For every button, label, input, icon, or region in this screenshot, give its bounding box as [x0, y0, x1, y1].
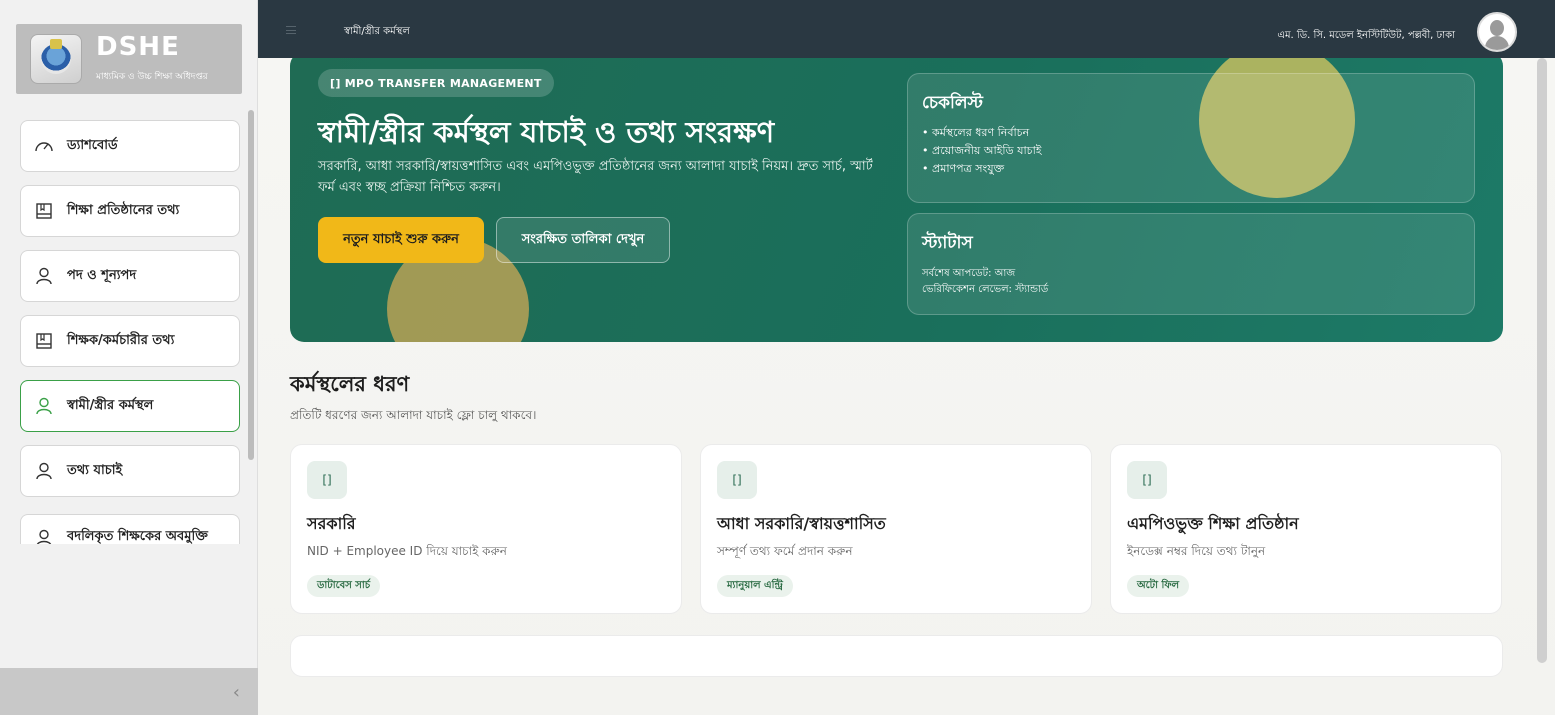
- sidebar-item-posts-vacancies[interactable]: পদ ও শূন্যপদ: [20, 250, 240, 302]
- hero-badge: [] MPO TRANSFER MANAGEMENT: [318, 69, 554, 97]
- hero-banner: [] MPO TRANSFER MANAGEMENT স্বামী/স্ত্রী…: [290, 58, 1503, 342]
- card-description: ইনডেক্স নম্বর দিয়ে তথ্য টানুন: [1127, 544, 1266, 558]
- book-icon: [33, 200, 55, 222]
- hero-title: স্বামী/স্ত্রীর কর্মস্থল যাচাই ও তথ্য সংর…: [318, 115, 775, 149]
- checklist-item: প্রয়োজনীয় আইডি যাচাই: [922, 142, 1042, 160]
- checklist-item: কর্মস্থলের ধরণ নির্বাচন: [922, 124, 1042, 142]
- topbar: স্বামী/স্ত্রীর কর্মস্থল এম. ডি. সি. মডেল…: [258, 0, 1555, 58]
- sidebar-item-label: স্বামী/স্ত্রীর কর্মস্থল: [67, 397, 154, 413]
- checklist-panel: চেকলিস্ট কর্মস্থলের ধরণ নির্বাচন প্রয়োজ…: [907, 73, 1475, 203]
- user-icon: [33, 527, 55, 544]
- card-description: সম্পূর্ণ তথ্য ফর্মে প্রদান করুন: [717, 544, 853, 558]
- checklist-item: প্রমাণপত্র সংযুক্ত: [922, 160, 1042, 178]
- user-icon: [33, 265, 55, 287]
- user-icon: [33, 395, 55, 417]
- status-panel: স্ট্যাটাস সর্বশেষ আপডেট: আজ ভেরিফিকেশন ল…: [907, 213, 1475, 315]
- sidebar-item-label: তথ্য যাচাই: [67, 462, 123, 478]
- card-description: NID + Employee ID দিয়ে যাচাই করুন: [307, 544, 507, 558]
- user-avatar-icon[interactable]: [1477, 12, 1517, 52]
- content-panel: [290, 635, 1503, 677]
- card-title: এমপিওভুক্ত শিক্ষা প্রতিষ্ঠান: [1127, 514, 1299, 533]
- status-title: স্ট্যাটাস: [922, 233, 973, 253]
- status-verification-level: ভেরিফিকেশন লেভেল: স্ট্যান্ডার্ড: [922, 284, 1049, 295]
- card-tag: অটো ফিল: [1127, 575, 1190, 597]
- card-icon: []: [717, 461, 757, 499]
- chevron-left-icon[interactable]: ‹: [233, 682, 240, 703]
- sidebar-item-label: পদ ও শূন্যপদ: [67, 267, 137, 283]
- topbar-page-title: স্বামী/স্ত্রীর কর্মস্থল: [344, 26, 410, 37]
- card-icon: []: [307, 461, 347, 499]
- sidebar-item-label: বদলিকৃত শিক্ষকের অবমুক্তি: [67, 529, 208, 544]
- sidebar-footer: ‹: [0, 668, 258, 715]
- card-title: সরকারি: [307, 514, 356, 533]
- workplace-type-card-semi-government[interactable]: [] আধা সরকারি/স্বায়ত্তশাসিত সম্পূর্ণ তথ…: [700, 444, 1092, 614]
- sidebar-item-teacher-staff-info[interactable]: শিক্ষক/কর্মচারীর তথ্য: [20, 315, 240, 367]
- section-title: কর্মস্থলের ধরণ: [290, 372, 410, 396]
- user-icon: [33, 460, 55, 482]
- page-scrollbar[interactable]: [1537, 58, 1547, 663]
- checklist-title: চেকলিস্ট: [922, 93, 983, 113]
- sidebar-item-dashboard[interactable]: ড্যাশবোর্ড: [20, 120, 240, 172]
- card-icon: []: [1127, 461, 1167, 499]
- hero-description: সরকারি, আধা সরকারি/স্বায়ত্তশাসিত এবং এম…: [318, 159, 873, 195]
- book-icon: [33, 330, 55, 352]
- status-last-update: সর্বশেষ আপডেট: আজ: [922, 268, 1016, 279]
- sidebar-item-institution-info[interactable]: শিক্ষা প্রতিষ্ঠানের তথ্য: [20, 185, 240, 237]
- sidebar-item-label: শিক্ষক/কর্মচারীর তথ্য: [67, 332, 175, 348]
- sidebar-item-label: ড্যাশবোর্ড: [67, 137, 118, 153]
- sidebar-scrollbar[interactable]: [248, 110, 254, 460]
- sidebar-item-label: শিক্ষা প্রতিষ্ঠানের তথ্য: [67, 202, 180, 218]
- sidebar: DSHE মাধ্যমিক ও উচ্চ শিক্ষা অধিদপ্তর ড্য…: [0, 0, 258, 715]
- workplace-type-card-government[interactable]: [] সরকারি NID + Employee ID দিয়ে যাচাই …: [290, 444, 682, 614]
- start-verification-button[interactable]: নতুন যাচাই শুরু করুন: [318, 217, 484, 263]
- section-subtitle: প্রতিটি ধরণের জন্য আলাদা যাচাই ফ্লো চালু…: [290, 408, 537, 422]
- checklist-list: কর্মস্থলের ধরণ নির্বাচন প্রয়োজনীয় আইডি…: [922, 124, 1042, 178]
- brand-subtitle: মাধ্যমিক ও উচ্চ শিক্ষা অধিদপ্তর: [96, 72, 208, 82]
- brand-title: DSHE: [96, 32, 180, 62]
- sidebar-item-spouse-workplace[interactable]: স্বামী/স্ত্রীর কর্মস্থল: [20, 380, 240, 432]
- workplace-type-card-mpo[interactable]: [] এমপিওভুক্ত শিক্ষা প্রতিষ্ঠান ইনডেক্স …: [1110, 444, 1502, 614]
- dashboard-gauge-icon: [33, 135, 55, 157]
- view-saved-list-button[interactable]: সংরক্ষিত তালিকা দেখুন: [496, 217, 670, 263]
- dshe-emblem-icon: [30, 34, 82, 84]
- institution-name: এম. ডি. সি. মডেল ইনস্টিটিউট, পল্লবী, ঢাক…: [1277, 30, 1455, 41]
- brand-logo[interactable]: DSHE মাধ্যমিক ও উচ্চ শিক্ষা অধিদপ্তর: [16, 24, 242, 94]
- menu-icon[interactable]: [286, 26, 296, 34]
- sidebar-item-transferred-release[interactable]: বদলিকৃত শিক্ষকের অবমুক্তি: [20, 514, 240, 544]
- card-tag: ডাটাবেস সার্চ: [307, 575, 381, 597]
- card-title: আধা সরকারি/স্বায়ত্তশাসিত: [717, 514, 886, 533]
- card-tag: ম্যানুয়াল এন্ট্রি: [717, 575, 793, 597]
- sidebar-item-verification[interactable]: তথ্য যাচাই: [20, 445, 240, 497]
- main-content: [] MPO TRANSFER MANAGEMENT স্বামী/স্ত্রী…: [258, 58, 1555, 715]
